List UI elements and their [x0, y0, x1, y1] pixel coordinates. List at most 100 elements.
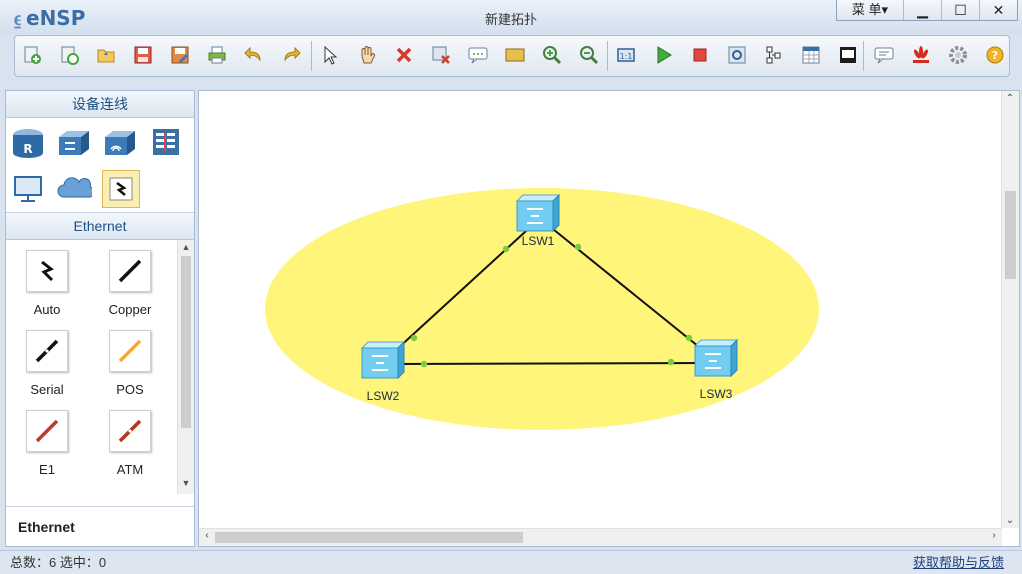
cable-list: Auto Copper Serial POS E1 ATM ▲ ▼ [6, 240, 194, 500]
selected-cable-description: Ethernet [6, 506, 194, 546]
svg-text:1:1: 1:1 [620, 52, 633, 61]
canvas-horizontal-scrollbar[interactable]: ‹ › [199, 528, 1002, 546]
cable-list-scrollbar[interactable]: ▲ ▼ [177, 240, 194, 494]
scroll-right-icon[interactable]: › [986, 530, 1002, 541]
pan-hand-icon[interactable] [354, 42, 380, 68]
new-example-icon[interactable] [56, 42, 82, 68]
cable-pos[interactable]: POS [95, 330, 165, 397]
huawei-icon[interactable] [908, 42, 934, 68]
save-as-icon[interactable] [167, 42, 193, 68]
save-icon[interactable] [130, 42, 156, 68]
cable-label: POS [116, 382, 144, 397]
scroll-up-icon[interactable]: ⌃ [1002, 93, 1018, 104]
title-bar: ⍷ eNSP 新建拓扑 菜 单▾ ▁ ☐ ✕ [0, 0, 1022, 34]
scroll-left-icon[interactable]: ‹ [199, 530, 215, 541]
cable-label: E1 [39, 462, 55, 477]
canvas-vertical-scrollbar[interactable]: ⌃ ⌄ [1001, 91, 1019, 528]
port-indicator [685, 334, 693, 342]
open-icon[interactable] [93, 42, 119, 68]
help-feedback-link[interactable]: 获取帮助与反馈 [913, 551, 1004, 574]
firewall-icon[interactable] [148, 124, 184, 160]
copper-cable-icon [109, 250, 151, 292]
link-lsw2-lsw3[interactable] [394, 362, 705, 365]
cable-label: Auto [33, 302, 61, 317]
zoom-in-icon[interactable] [539, 42, 565, 68]
router-icon[interactable]: R [10, 124, 46, 160]
scrollbar-thumb[interactable] [215, 532, 523, 543]
close-button[interactable]: ✕ [979, 0, 1017, 20]
serial-cable-icon [26, 330, 68, 372]
atm-cable-icon [109, 410, 151, 452]
device-category-grid: R [6, 118, 194, 213]
port-indicator [420, 360, 428, 368]
selection-status: 总数：6 选中：0 [10, 555, 107, 570]
svg-text:?: ? [992, 49, 998, 62]
cable-e1[interactable]: E1 [12, 410, 82, 477]
maximize-button[interactable]: ☐ [941, 0, 979, 20]
auto-cable-icon [26, 250, 68, 292]
toolbar-separator [311, 41, 312, 71]
menu-button[interactable]: 菜 单▾ [837, 0, 903, 20]
cloud-icon[interactable] [56, 170, 92, 206]
node-label-lsw1: LSW1 [522, 234, 555, 248]
window-controls: 菜 单▾ ▁ ☐ ✕ [836, 0, 1018, 21]
scroll-up-icon[interactable]: ▲ [178, 242, 194, 256]
fit-view-icon[interactable]: 1:1 [613, 42, 639, 68]
toolbar-separator [607, 41, 608, 71]
device-panel-header: 设备连线 [6, 91, 194, 118]
port-indicator [502, 245, 510, 253]
topology-manage-icon[interactable] [761, 42, 787, 68]
switch-node-lsw2[interactable]: LSW2 [360, 340, 406, 403]
toolbar: 1:1 ? [14, 35, 1010, 77]
settings-gear-icon[interactable] [945, 42, 971, 68]
status-bar: 总数：6 选中：0 获取帮助与反馈 [0, 550, 1022, 574]
topology-drawing: LSW1 LSW2 LSW3 [265, 188, 819, 430]
connection-icon[interactable] [102, 170, 140, 208]
minimize-button[interactable]: ▁ [903, 0, 941, 20]
help-icon[interactable]: ? [982, 42, 1008, 68]
capture-icon[interactable] [724, 42, 750, 68]
cable-atm[interactable]: ATM [95, 410, 165, 477]
scrollbar-thumb[interactable] [181, 256, 191, 428]
start-device-icon[interactable] [650, 42, 676, 68]
chat-icon[interactable] [871, 42, 897, 68]
switch-icon[interactable] [56, 124, 92, 160]
grid-icon[interactable] [798, 42, 824, 68]
cable-serial[interactable]: Serial [12, 330, 82, 397]
add-note-icon[interactable] [465, 42, 491, 68]
pos-cable-icon [109, 330, 151, 372]
cable-auto[interactable]: Auto [12, 250, 82, 317]
delete-icon[interactable] [391, 42, 417, 68]
node-label-lsw3: LSW3 [700, 387, 733, 401]
select-pointer-icon[interactable] [317, 42, 343, 68]
port-indicator [574, 243, 582, 251]
cable-label: ATM [116, 462, 144, 477]
scrollbar-thumb[interactable] [1005, 191, 1016, 279]
new-topology-icon[interactable] [19, 42, 45, 68]
pc-icon[interactable] [10, 170, 46, 206]
undo-icon[interactable] [241, 42, 267, 68]
zoom-out-icon[interactable] [576, 42, 602, 68]
port-indicator [410, 334, 418, 342]
cable-label: Copper [108, 302, 152, 317]
stop-device-icon[interactable] [687, 42, 713, 68]
terminal-icon[interactable] [835, 42, 861, 68]
topology-canvas[interactable]: LSW1 LSW2 LSW3 ⌃ ⌄ ‹ › [198, 90, 1020, 547]
port-indicator [667, 358, 675, 366]
wireless-icon[interactable] [102, 124, 138, 160]
print-icon[interactable] [204, 42, 230, 68]
svg-text:R: R [23, 142, 32, 156]
scroll-down-icon[interactable]: ▼ [178, 478, 194, 492]
add-area-icon[interactable] [502, 42, 528, 68]
switch-node-lsw1[interactable]: LSW1 [515, 193, 561, 248]
redo-icon[interactable] [278, 42, 304, 68]
e1-cable-icon [26, 410, 68, 452]
cable-copper[interactable]: Copper [95, 250, 165, 317]
switch-node-lsw3[interactable]: LSW3 [693, 338, 739, 401]
scroll-down-icon[interactable]: ⌄ [1002, 515, 1018, 526]
cable-label: Serial [30, 382, 64, 397]
toolbar-separator [863, 41, 864, 71]
delete-connection-icon[interactable] [428, 42, 454, 68]
device-panel: 设备连线 R Ethernet Auto Copper Serial POS E… [5, 90, 195, 547]
cable-category-header: Ethernet [6, 213, 194, 240]
